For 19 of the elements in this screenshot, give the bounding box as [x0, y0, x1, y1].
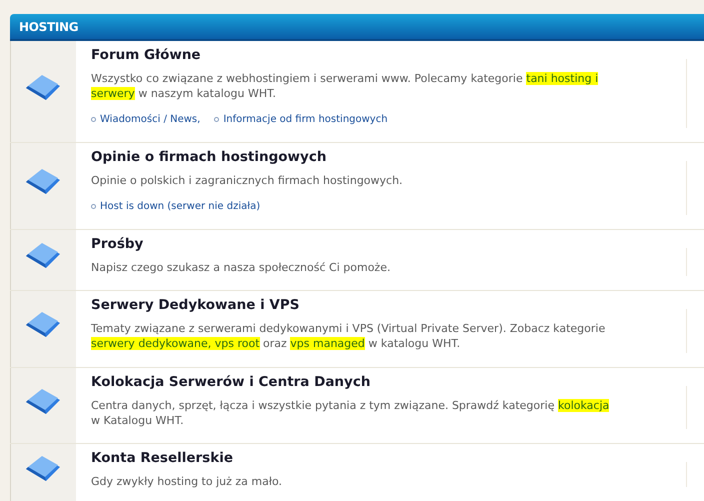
subforum-link[interactable]: Informacje od firm hostingowych — [214, 112, 388, 127]
bullet-icon — [214, 117, 220, 122]
forum-description: Opinie o polskich i zagranicznych firmach hostingowych. — [91, 173, 404, 188]
forum-description: Wszystko co związane z webhostingiem i serwerami www. Polecamy kategorie tani hosting i serwery w naszym katalogu WHT. — [91, 71, 600, 101]
bullet-icon — [91, 204, 96, 209]
section-header: HOSTING — [10, 14, 704, 41]
forum-title[interactable]: Kolokacja Serwerów i Centra Danych — [91, 372, 616, 392]
forum-description: Napisz czego szukasz a nasza społeczność Ci pomoże. — [91, 260, 392, 275]
subforum-link[interactable]: Host is down (serwer nie działa) — [91, 199, 260, 214]
forum-description: Centra danych, sprzęt, łącza i wszystkie pytania z tym związane. Sprawdź kategorię kolokacja w Katalogu WHT. — [91, 398, 610, 428]
forum-title[interactable]: Prośby — [91, 234, 616, 254]
forum-title[interactable]: Serwery Dedykowane i VPS — [91, 295, 616, 315]
subforum-link[interactable]: Wiadomości / News, — [91, 112, 200, 127]
forum-title[interactable]: Konta Resellerskie — [91, 448, 616, 468]
forum-description: Gdy zwykły hosting to już za mało. — [91, 474, 284, 489]
bullet-icon — [91, 117, 96, 122]
forum-title[interactable]: Opinie o firmach hostingowych — [91, 147, 616, 167]
forum-description: Tematy związane z serwerami dedykowanymi i VPS (Virtual Private Server). Zobacz kategorie serwery dedykowane, vps root oraz vps managed w katalogu WHT. — [91, 321, 606, 351]
forum-title[interactable]: Forum Główne — [91, 45, 616, 65]
